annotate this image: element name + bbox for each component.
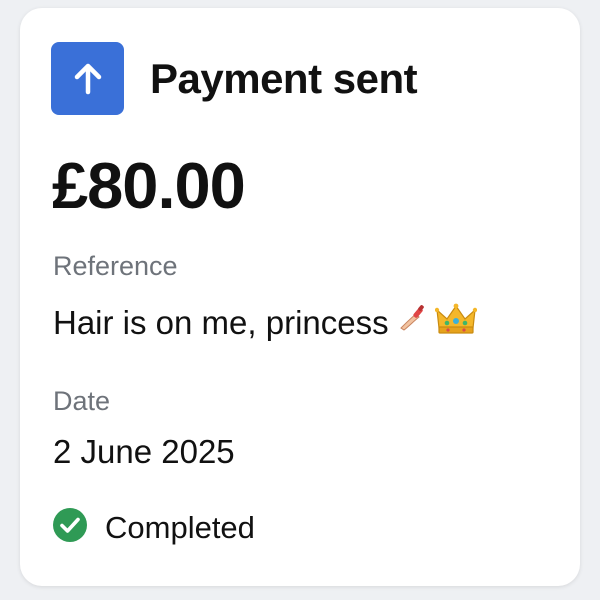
status-row: Completed xyxy=(53,508,255,547)
reference-row: Hair is on me, princess xyxy=(53,302,477,344)
check-circle-icon xyxy=(53,508,87,547)
crown-icon xyxy=(434,302,477,344)
reference-label: Reference xyxy=(53,251,178,281)
reference-value: Hair is on me, princess xyxy=(53,304,389,341)
payment-card: Payment sent £80.00 Reference Hair is on… xyxy=(20,8,580,586)
date-value: 2 June 2025 xyxy=(53,433,235,470)
payment-amount: £80.00 xyxy=(52,149,246,222)
arrow-up-icon xyxy=(51,42,124,115)
page-title: Payment sent xyxy=(150,54,418,102)
status-text: Completed xyxy=(105,509,255,545)
date-label: Date xyxy=(53,386,111,416)
nail-polish-icon xyxy=(397,304,427,342)
card-header: Payment sent xyxy=(51,42,418,115)
